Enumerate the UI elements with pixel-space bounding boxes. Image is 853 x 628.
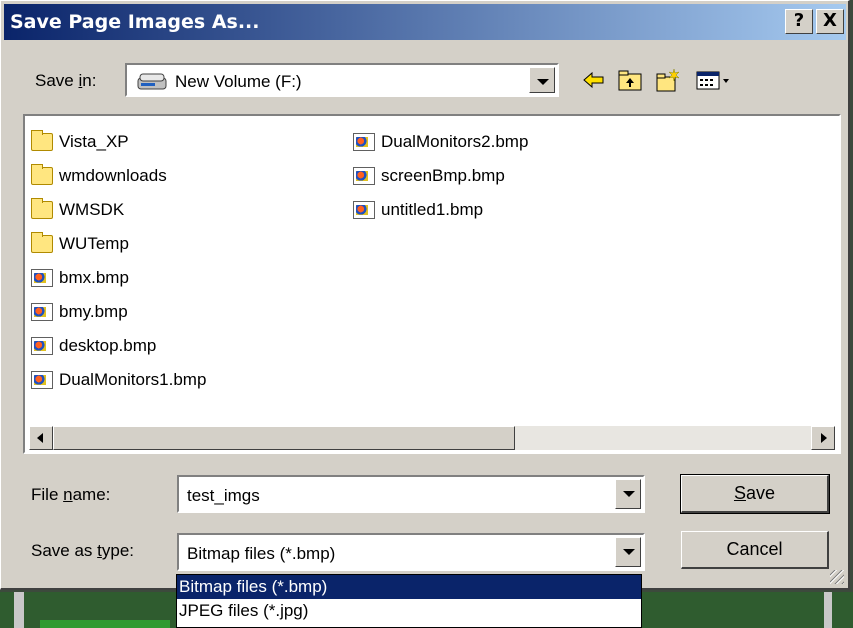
file-name-value: test_imgs (187, 486, 260, 505)
save-as-type-label: Save as type: (31, 541, 135, 560)
dropdown-option-jpeg[interactable]: JPEG files (*.jpg) (177, 599, 641, 623)
folder-icon (31, 198, 53, 219)
file-item[interactable]: DualMonitors1.bmp (29, 368, 206, 394)
back-arrow-icon[interactable] (581, 67, 607, 93)
bitmap-file-icon (31, 337, 53, 355)
folder-item[interactable]: wmdownloads (29, 164, 167, 190)
background-bar (824, 592, 832, 628)
background-bar (14, 592, 24, 628)
file-item[interactable]: bmy.bmp (29, 300, 128, 326)
close-button[interactable]: X (816, 9, 844, 34)
save-as-type-value: Bitmap files (*.bmp) (187, 544, 336, 563)
save-as-type-dropdown-list[interactable]: Bitmap files (*.bmp) JPEG files (*.jpg) (176, 574, 642, 628)
bitmap-file-icon (31, 371, 53, 389)
title-bar[interactable]: Save Page Images As... ? X (4, 4, 846, 40)
file-name-dropdown-button[interactable] (615, 479, 641, 509)
background-bar (40, 620, 170, 628)
folder-item[interactable]: Vista_XP (29, 130, 129, 156)
bitmap-file-icon (353, 133, 375, 151)
horizontal-scrollbar[interactable] (29, 426, 835, 450)
file-item[interactable]: untitled1.bmp (351, 198, 483, 224)
views-menu-icon[interactable] (695, 67, 735, 93)
cancel-button[interactable]: Cancel (681, 531, 829, 569)
save-as-type-combo[interactable]: Bitmap files (*.bmp) (177, 533, 645, 571)
save-in-dropdown-button[interactable] (529, 67, 555, 93)
scroll-right-button[interactable] (811, 426, 835, 450)
file-item[interactable]: bmx.bmp (29, 266, 129, 292)
folder-item[interactable]: WUTemp (29, 232, 129, 258)
folder-icon (31, 164, 53, 185)
scroll-thumb[interactable] (53, 426, 515, 450)
save-button[interactable]: Save (680, 474, 830, 514)
folder-icon (31, 232, 53, 253)
save-as-type-dropdown-button[interactable] (615, 537, 641, 567)
bitmap-file-icon (31, 269, 53, 287)
file-list[interactable]: Vista_XP wmdownloads WMSDK WUTemp bmx.bm… (23, 114, 841, 454)
file-name-input[interactable]: test_imgs (177, 475, 645, 513)
new-folder-icon[interactable] (655, 67, 681, 93)
help-button[interactable]: ? (785, 9, 813, 34)
folder-icon (31, 130, 53, 151)
save-dialog: Save Page Images As... ? X Save in: New … (0, 0, 850, 590)
up-folder-icon[interactable] (617, 67, 643, 93)
resize-grip[interactable] (830, 570, 844, 584)
bitmap-file-icon (31, 303, 53, 321)
save-in-label: Save in: (35, 71, 97, 90)
file-item[interactable]: screenBmp.bmp (351, 164, 505, 190)
dialog-title: Save Page Images As... (10, 11, 260, 33)
folder-item[interactable]: WMSDK (29, 198, 124, 224)
file-item[interactable]: DualMonitors2.bmp (351, 130, 528, 156)
drive-icon (137, 73, 167, 90)
save-in-value: New Volume (F:) (175, 72, 302, 91)
dropdown-option-bitmap[interactable]: Bitmap files (*.bmp) (177, 575, 641, 599)
scroll-left-button[interactable] (29, 426, 53, 450)
bitmap-file-icon (353, 201, 375, 219)
file-name-label: File name: (31, 485, 111, 504)
file-item[interactable]: desktop.bmp (29, 334, 156, 360)
bitmap-file-icon (353, 167, 375, 185)
save-in-combo[interactable]: New Volume (F:) (125, 63, 559, 97)
